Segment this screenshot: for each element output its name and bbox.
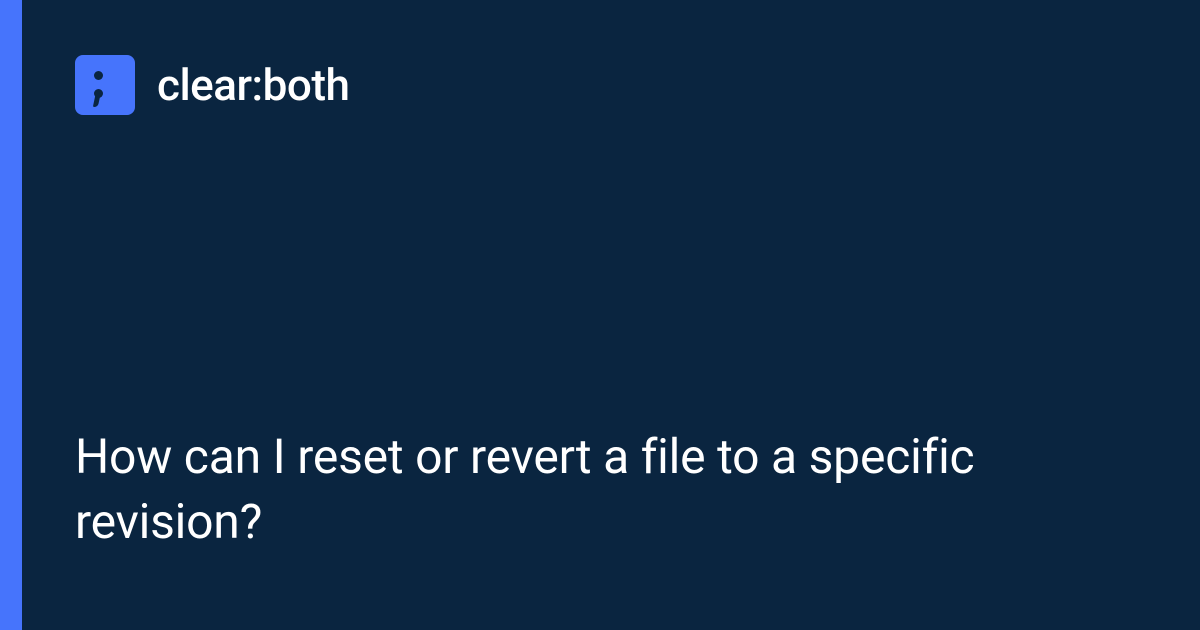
brand-name: clear:both [157,59,349,111]
logo-row: clear:both [75,55,1130,115]
semicolon-icon [75,55,135,115]
accent-bar [0,0,22,630]
page-title: How can I reset or revert a file to a sp… [75,425,1130,575]
content-container: clear:both How can I reset or revert a f… [0,0,1200,630]
